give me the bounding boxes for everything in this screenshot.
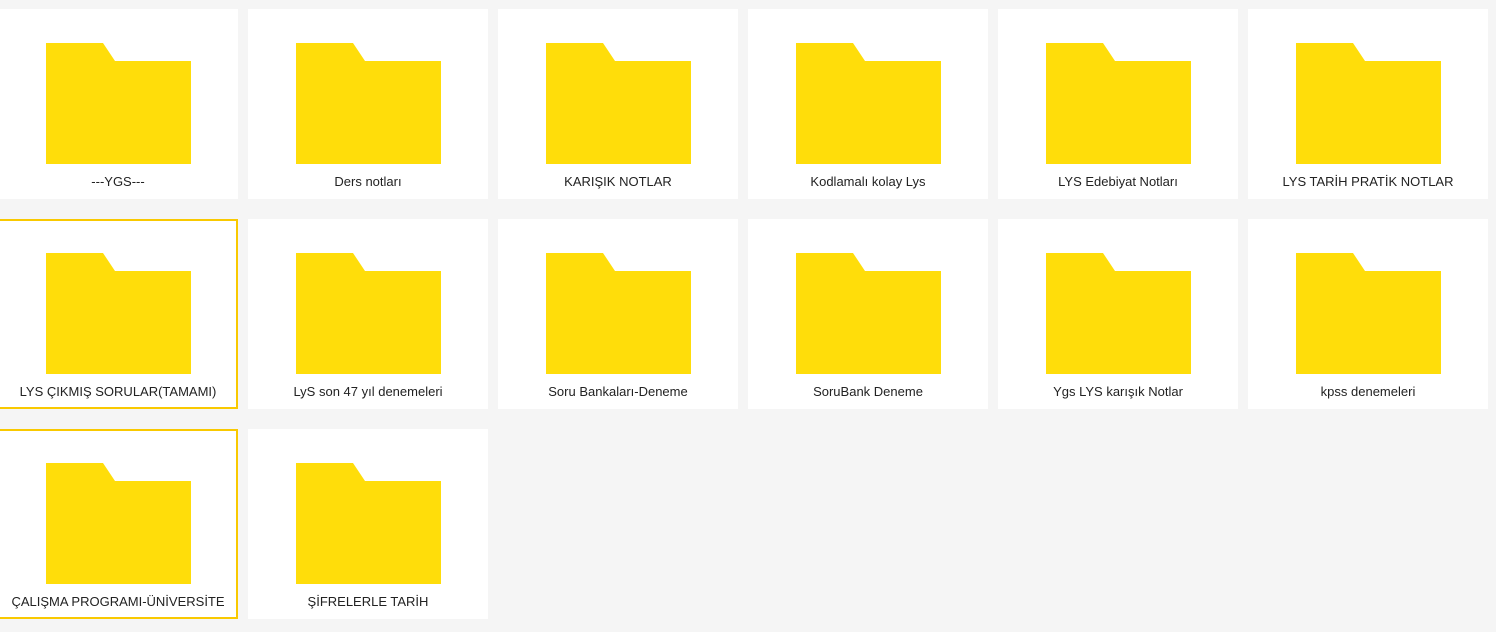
folder-icon: [46, 43, 191, 164]
folder-label: Ygs LYS karışık Notlar: [1053, 384, 1183, 399]
folder-tile[interactable]: ŞİFRELERLE TARİH: [248, 429, 488, 619]
folder-icon: [1046, 253, 1191, 374]
folder-icon: [546, 43, 691, 164]
folder-label: Soru Bankaları-Deneme: [548, 384, 688, 399]
folder-tile[interactable]: LYS TARİH PRATİK NOTLAR: [1248, 9, 1488, 199]
folder-icon: [546, 253, 691, 374]
folder-icon: [46, 463, 191, 584]
folder-icon: [796, 253, 941, 374]
folder-label: ÇALIŞMA PROGRAMI-ÜNİVERSİTE: [11, 594, 225, 609]
folder-icon: [296, 463, 441, 584]
folder-icon: [296, 253, 441, 374]
folder-icon: [1296, 43, 1441, 164]
folder-label: kpss denemeleri: [1320, 384, 1416, 399]
folder-icon: [296, 43, 441, 164]
folder-tile[interactable]: ÇALIŞMA PROGRAMI-ÜNİVERSİTE: [0, 429, 238, 619]
folder-tile[interactable]: kpss denemeleri: [1248, 219, 1488, 409]
folder-tile[interactable]: LYS Edebiyat Notları: [998, 9, 1238, 199]
folder-label: ŞİFRELERLE TARİH: [307, 594, 429, 609]
folder-icon: [46, 253, 191, 374]
folder-tile[interactable]: Kodlamalı kolay Lys: [748, 9, 988, 199]
folder-tile[interactable]: ---YGS---: [0, 9, 238, 199]
folder-icon: [1046, 43, 1191, 164]
folder-tile[interactable]: Ygs LYS karışık Notlar: [998, 219, 1238, 409]
folder-label: KARIŞIK NOTLAR: [564, 174, 672, 189]
folder-tile[interactable]: SoruBank Deneme: [748, 219, 988, 409]
folder-label: SoruBank Deneme: [813, 384, 923, 399]
folder-label: Kodlamalı kolay Lys: [810, 174, 926, 189]
folder-tile[interactable]: LyS son 47 yıl denemeleri: [248, 219, 488, 409]
folder-label: LyS son 47 yıl denemeleri: [293, 384, 443, 399]
folder-grid: ---YGS--- Ders notları KARIŞIK NOTLAR Ko…: [0, 9, 1488, 619]
folder-label: Ders notları: [334, 174, 402, 189]
folder-icon: [796, 43, 941, 164]
folder-label: ---YGS---: [91, 174, 145, 189]
folder-tile[interactable]: LYS ÇIKMIŞ SORULAR(TAMAMI): [0, 219, 238, 409]
folder-label: LYS ÇIKMIŞ SORULAR(TAMAMI): [19, 384, 217, 399]
folder-icon: [1296, 253, 1441, 374]
folder-tile[interactable]: Soru Bankaları-Deneme: [498, 219, 738, 409]
folder-tile[interactable]: Ders notları: [248, 9, 488, 199]
folder-label: LYS Edebiyat Notları: [1058, 174, 1178, 189]
folder-label: LYS TARİH PRATİK NOTLAR: [1282, 174, 1454, 189]
folder-tile[interactable]: KARIŞIK NOTLAR: [498, 9, 738, 199]
